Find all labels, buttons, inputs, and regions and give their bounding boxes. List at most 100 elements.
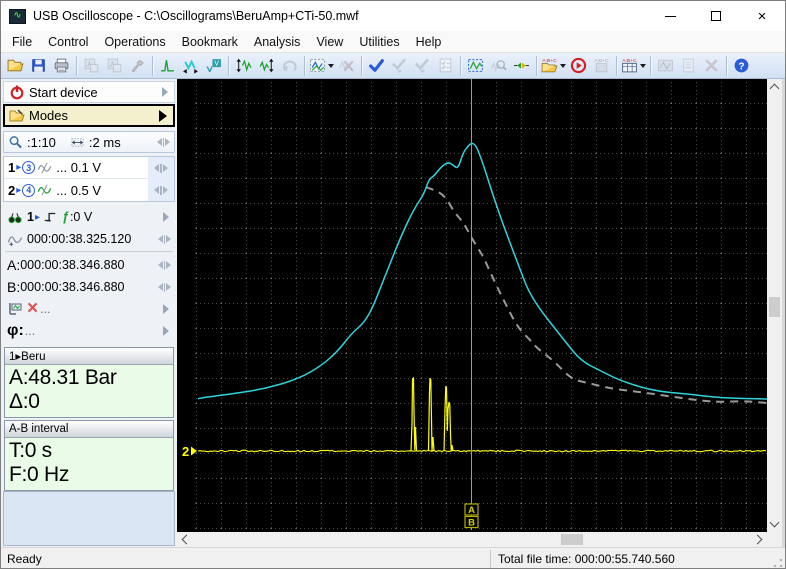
cursor-b-row[interactable]: B: 000:00:38.346.880 bbox=[3, 276, 175, 298]
menu-view[interactable]: View bbox=[308, 32, 351, 52]
modes-arrow-icon bbox=[159, 109, 167, 122]
help-button[interactable]: ? bbox=[730, 55, 753, 77]
marker-row[interactable]: × ... bbox=[3, 298, 175, 320]
measure-panel-ab-header[interactable]: A-B interval bbox=[5, 421, 173, 438]
print-icon bbox=[54, 58, 69, 73]
cursor-a-row[interactable]: A: 000:00:38.346.880 bbox=[3, 254, 175, 276]
sync-nav-arrows[interactable] bbox=[157, 234, 171, 244]
window-right-edge bbox=[782, 79, 785, 547]
open-file-button[interactable] bbox=[4, 55, 27, 77]
open-analysis-button[interactable]: A:B+C bbox=[540, 55, 567, 77]
menu-help[interactable]: Help bbox=[408, 32, 450, 52]
tool-icon bbox=[131, 59, 144, 73]
sync-time-row[interactable]: 000:00:38.325.120 bbox=[3, 228, 175, 250]
erase-icon bbox=[338, 60, 354, 72]
channel-2-row[interactable]: 2 ▸ 4 ... 0.5 V bbox=[4, 179, 174, 201]
menu-control[interactable]: Control bbox=[40, 32, 96, 52]
minimize-button[interactable] bbox=[647, 1, 693, 31]
scroll-down-icon[interactable] bbox=[769, 517, 780, 528]
menu-analysis[interactable]: Analysis bbox=[246, 32, 309, 52]
title-bar: ∿ USB Oscilloscope - C:\Oscillograms\Ber… bbox=[1, 1, 785, 31]
stop-analysis-button: A:B+C bbox=[590, 55, 613, 77]
toolbar-separator bbox=[650, 55, 651, 76]
record-icon bbox=[570, 57, 587, 74]
channel-1-nav-arrows[interactable] bbox=[154, 163, 168, 173]
vertical-scroll-thumb[interactable] bbox=[769, 297, 780, 317]
toolbar: V A:B+C A:B+C A:B+C? bbox=[1, 53, 785, 79]
close-button[interactable]: × bbox=[739, 1, 785, 31]
horizontal-scrollbar[interactable] bbox=[177, 532, 767, 547]
check-gray-icon bbox=[392, 58, 406, 73]
dropdown-arrow-icon[interactable] bbox=[640, 63, 646, 68]
channel-2-slot-badge: 4 bbox=[22, 183, 36, 197]
run-analysis-button[interactable] bbox=[567, 55, 590, 77]
apply-all-button bbox=[388, 55, 411, 77]
dropdown-arrow-icon[interactable] bbox=[328, 63, 334, 68]
help-icon: ? bbox=[734, 58, 749, 73]
trigger-channel-arrow-icon: ▸ bbox=[34, 211, 40, 223]
cursor-a-nav-arrows[interactable] bbox=[157, 260, 171, 270]
check-blue-icon bbox=[369, 59, 384, 72]
voltage-mark-button[interactable]: V bbox=[202, 55, 225, 77]
horizontal-scroll-thumb[interactable] bbox=[561, 534, 583, 545]
cursor-a-value: 000:00:38.346.880 bbox=[20, 258, 125, 272]
scale-amplitude-button[interactable] bbox=[232, 55, 255, 77]
measure-panel-beru-header[interactable]: 1▸Beru bbox=[5, 348, 173, 365]
status-bar: Ready Total file time: 000:00:55.740.560 bbox=[1, 547, 785, 568]
stretch-wave-button[interactable] bbox=[179, 55, 202, 77]
sync-wave-icon bbox=[7, 232, 23, 247]
channel-2-nav-arrows[interactable] bbox=[154, 185, 168, 195]
spike-icon bbox=[161, 60, 174, 72]
cursor-b-nav-arrows[interactable] bbox=[157, 282, 171, 292]
save-file-button[interactable] bbox=[27, 55, 50, 77]
scroll-up-icon[interactable] bbox=[769, 83, 780, 94]
amp-icon bbox=[236, 58, 252, 73]
search-wave-icon bbox=[491, 60, 507, 72]
trigger-channel: 1 bbox=[27, 210, 34, 224]
scale-nav-arrows[interactable] bbox=[156, 137, 170, 147]
menu-operations[interactable]: Operations bbox=[96, 32, 173, 52]
dropdown-arrow-icon[interactable] bbox=[560, 63, 566, 68]
checklist-button bbox=[434, 55, 457, 77]
power-icon bbox=[9, 84, 25, 100]
menu-file[interactable]: File bbox=[4, 32, 40, 52]
impulse-button[interactable] bbox=[156, 55, 179, 77]
abc-folder-icon: A:B+C bbox=[541, 58, 558, 73]
channels-box: 1 ▸ 3 ... 0.1 V 2 ▸ 4 ... 0.5 V bbox=[3, 156, 175, 202]
x-red-icon bbox=[705, 59, 718, 72]
toolbar-separator bbox=[616, 55, 617, 76]
phase-row[interactable]: φ: ... bbox=[3, 320, 175, 342]
select-region-button[interactable] bbox=[464, 55, 487, 77]
maximize-button[interactable] bbox=[693, 1, 739, 31]
start-device-button[interactable]: Start device bbox=[3, 81, 175, 103]
analysis-panel-button[interactable]: A:B+C bbox=[620, 55, 647, 77]
cursor-a-label: A: bbox=[7, 257, 21, 273]
trigger-arrow-icon bbox=[163, 212, 169, 222]
channel-1-range: ... 0.1 V bbox=[56, 160, 102, 175]
scroll-right-icon[interactable] bbox=[752, 534, 763, 545]
phase-arrow-icon bbox=[163, 326, 169, 336]
start-device-arrow-icon bbox=[162, 87, 168, 97]
overlay-waves-button[interactable] bbox=[308, 55, 335, 77]
result-delete-button bbox=[700, 55, 723, 77]
trigger-row[interactable]: 1 ▸ ƒ :0 V bbox=[3, 206, 175, 228]
menu-utilities[interactable]: Utilities bbox=[351, 32, 407, 52]
fit-horizontal-button[interactable] bbox=[510, 55, 533, 77]
menu-bookmark[interactable]: Bookmark bbox=[174, 32, 246, 52]
amp2-icon bbox=[259, 58, 274, 73]
channel-2-number: 2 bbox=[8, 182, 16, 198]
scale-time-button[interactable] bbox=[255, 55, 278, 77]
scroll-left-icon[interactable] bbox=[181, 534, 192, 545]
channel-1-row[interactable]: 1 ▸ 3 ... 0.1 V bbox=[4, 157, 174, 179]
scale-row[interactable]: :1:10 :2 ms bbox=[3, 131, 175, 153]
print-button[interactable] bbox=[50, 55, 73, 77]
apply-next-button bbox=[411, 55, 434, 77]
vertical-scrollbar[interactable] bbox=[767, 79, 782, 532]
resize-grip[interactable] bbox=[773, 558, 783, 568]
toolbar-separator bbox=[460, 55, 461, 76]
window-title: USB Oscilloscope - C:\Oscillograms\BeruA… bbox=[33, 9, 359, 23]
modes-button[interactable]: Modes bbox=[3, 104, 175, 127]
waveform-canvas[interactable]: 2 AB bbox=[177, 79, 767, 532]
apply-button[interactable] bbox=[365, 55, 388, 77]
overlay-icon bbox=[310, 59, 325, 72]
